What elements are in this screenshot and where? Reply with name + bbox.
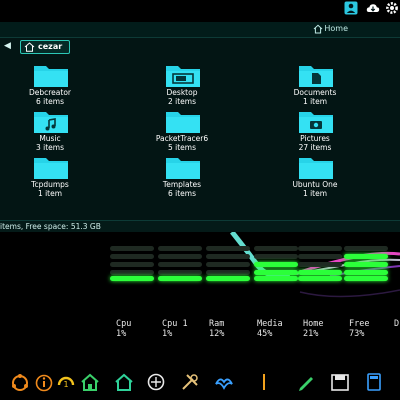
stat-ram: Ram 12%: [209, 319, 259, 339]
ubuntu-icon[interactable]: [10, 372, 30, 392]
folder-item-music[interactable]: Music 3 items: [5, 108, 95, 154]
desktop-area: Cpu 1% Cpu 1 1% Ram 12% Media 45% Home 2…: [0, 232, 400, 400]
pictures-folder-icon: [299, 112, 333, 133]
stat-label: Ram: [209, 319, 225, 329]
item-count: 1 item: [302, 189, 328, 198]
stat-value: 1%: [162, 329, 173, 339]
calculator-icon[interactable]: [364, 372, 384, 392]
top-panel: [0, 0, 400, 18]
item-name: Tcpdumps: [31, 180, 69, 189]
svg-text:1: 1: [63, 380, 68, 389]
stat-d: D: [394, 319, 400, 329]
ubuntu-one-icon[interactable]: 1: [56, 372, 76, 392]
stat-value: 45%: [257, 329, 273, 339]
folder-icon: [166, 158, 200, 179]
item-name: Debcreator: [28, 88, 71, 97]
stat-cpu1: Cpu 1 1%: [162, 319, 212, 339]
folder-item-packettracer6[interactable]: PacketTracer6 5 items: [137, 108, 227, 154]
path-button-home[interactable]: cezar: [20, 40, 70, 54]
home-icon[interactable]: [114, 372, 134, 392]
music-folder-icon: [34, 112, 68, 133]
stat-label: D: [394, 319, 400, 329]
item-name: Desktop: [166, 88, 198, 97]
item-name: Music: [39, 134, 61, 143]
stat-value: 21%: [303, 329, 319, 339]
folder-icon: [34, 158, 68, 179]
stat-value: 73%: [349, 329, 365, 339]
folder-item-ubuntu-one[interactable]: Ubuntu One 1 item: [270, 154, 360, 200]
folder-item-documents[interactable]: Documents 1 item: [270, 62, 360, 108]
stat-label: Home: [303, 319, 324, 329]
info-icon[interactable]: [34, 372, 54, 392]
item-count: 6 items: [167, 189, 196, 198]
stat-media: Media 45%: [257, 319, 307, 339]
folder-icon: [299, 158, 333, 179]
item-count: 5 items: [167, 143, 196, 152]
folder-icon: [166, 112, 200, 133]
folder-item-pictures[interactable]: Pictures 27 items: [270, 108, 360, 154]
item-count: 1 item: [37, 189, 63, 198]
stat-label: Cpu 1: [162, 319, 188, 329]
pen-icon[interactable]: [254, 372, 274, 392]
item-count: 27 items: [298, 143, 332, 152]
file-manager-window: Home ◀ cezar Debcreator 6 items Desktop …: [0, 22, 400, 232]
item-count: 2 items: [167, 97, 196, 106]
folder-item-debcreator[interactable]: Debcreator 6 items: [5, 62, 95, 108]
path-label: cezar: [38, 42, 63, 51]
stat-free: Free 73%: [349, 319, 399, 339]
folder-item-desktop[interactable]: Desktop 2 items: [137, 62, 227, 108]
item-count: 1 item: [302, 97, 328, 106]
tools-icon[interactable]: [180, 372, 200, 392]
thunderbird-icon[interactable]: [214, 372, 234, 392]
item-name: Documents: [293, 88, 337, 97]
folder-item-tcpdumps[interactable]: Tcpdumps 1 item: [5, 154, 95, 200]
home-icon: [313, 24, 323, 34]
item-count: 3 items: [35, 143, 64, 152]
item-name: PacketTracer6: [155, 134, 209, 143]
file-grid: Debcreator 6 items Desktop 2 items Docum…: [0, 58, 400, 218]
stat-value: 1%: [116, 329, 127, 339]
item-name: Pictures: [300, 134, 330, 143]
item-name: Templates: [162, 180, 202, 189]
gear-icon[interactable]: [385, 1, 399, 15]
documents-folder-icon: [299, 66, 333, 87]
stat-label: Free: [349, 319, 370, 329]
save-icon[interactable]: [330, 372, 350, 392]
stat-value: 12%: [209, 329, 225, 339]
status-bar: items, Free space: 51.3 GB: [0, 220, 400, 232]
stat-home: Home 21%: [303, 319, 353, 339]
free-space-status: items, Free space: 51.3 GB: [0, 222, 101, 231]
cloud-download-icon[interactable]: [366, 1, 380, 15]
packet-tracer-icon[interactable]: [146, 372, 166, 392]
home-folder-icon[interactable]: [80, 372, 100, 392]
item-name: Ubuntu One: [292, 180, 338, 189]
dock: 1: [0, 368, 400, 400]
window-title: Home: [324, 24, 348, 33]
user-icon[interactable]: [344, 1, 358, 15]
item-count: 6 items: [35, 97, 64, 106]
home-icon: [24, 42, 35, 52]
stat-label: Media: [257, 319, 283, 329]
back-arrow-icon[interactable]: ◀: [4, 41, 11, 51]
folder-icon: [34, 66, 68, 87]
stat-cpu: Cpu 1%: [116, 319, 166, 339]
desktop-folder-icon: [166, 66, 200, 87]
stat-label: Cpu: [116, 319, 132, 329]
path-bar: ◀ cezar: [0, 38, 400, 56]
folder-item-templates[interactable]: Templates 6 items: [137, 154, 227, 200]
pencil-icon[interactable]: [296, 372, 316, 392]
window-titlebar[interactable]: Home: [0, 22, 400, 38]
